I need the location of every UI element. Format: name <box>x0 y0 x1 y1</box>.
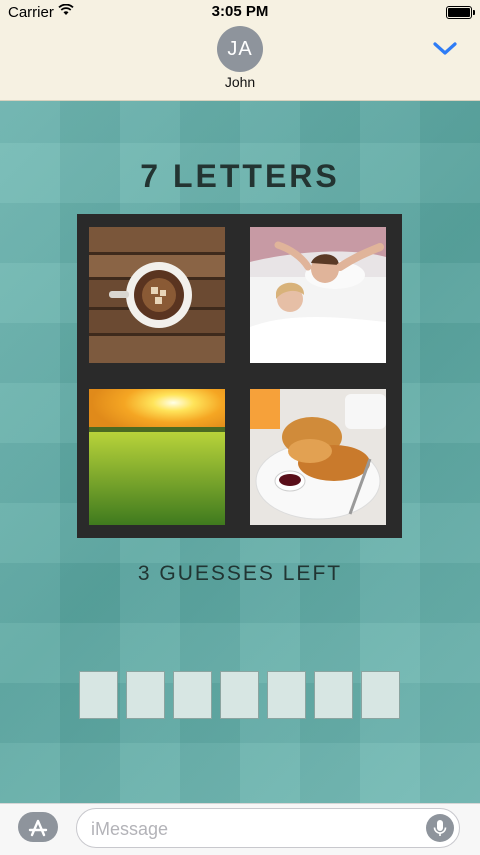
battery-icon <box>446 6 475 19</box>
imessage-placeholder: iMessage <box>91 819 169 839</box>
status-bar: Carrier 3:05 PM <box>0 0 480 24</box>
letter-slot[interactable] <box>126 671 165 719</box>
letter-slot[interactable] <box>173 671 212 719</box>
message-input-bar: iMessage <box>0 803 480 855</box>
app-store-icon <box>28 819 48 837</box>
microphone-icon <box>433 820 447 836</box>
picture-waking-up[interactable] <box>250 227 386 363</box>
contact-name[interactable]: John <box>0 74 480 90</box>
conversation-header: JA John <box>0 24 480 101</box>
letter-count-title: 7 LETTERS <box>140 158 340 194</box>
picture-coffee[interactable] <box>89 227 225 363</box>
picture-grid <box>77 214 402 538</box>
game-panel: 7 LETTERS 3 GUESSES LEFT <box>0 100 480 803</box>
letter-slot[interactable] <box>314 671 353 719</box>
guesses-left-label: 3 GUESSES LEFT <box>137 562 343 585</box>
microphone-button[interactable] <box>426 814 454 842</box>
chevron-down-icon[interactable] <box>432 40 458 58</box>
app-store-button[interactable] <box>18 812 58 842</box>
letter-slot[interactable] <box>220 671 259 719</box>
letter-slot[interactable] <box>79 671 118 719</box>
letter-slot[interactable] <box>267 671 306 719</box>
letter-slot[interactable] <box>361 671 400 719</box>
imessage-input[interactable]: iMessage <box>76 808 460 848</box>
clock: 3:05 PM <box>211 3 269 20</box>
picture-sunrise-field[interactable] <box>89 389 225 525</box>
picture-croissants[interactable] <box>250 389 386 525</box>
avatar[interactable]: JA <box>217 26 263 72</box>
